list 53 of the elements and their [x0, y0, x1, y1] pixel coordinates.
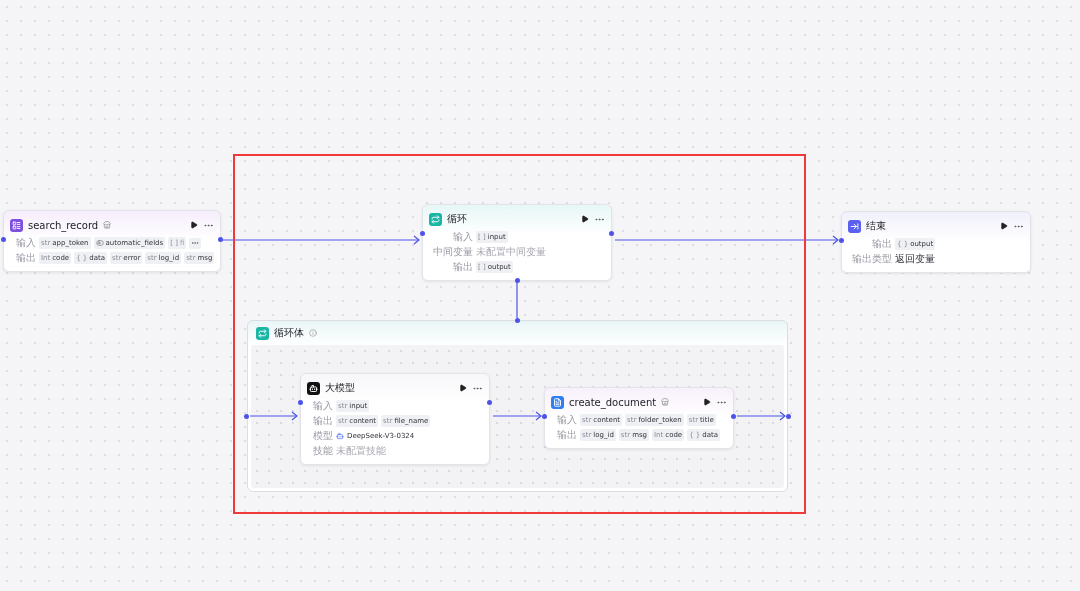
field-label: 中间变量	[432, 245, 473, 259]
field-value: 未配置技能	[336, 444, 386, 458]
port-dot[interactable]	[731, 414, 736, 419]
more-icon	[191, 239, 200, 247]
loop-icon	[256, 326, 269, 340]
field-label: 输出类型	[851, 252, 892, 266]
more-tag[interactable]	[189, 237, 202, 249]
port-dot[interactable]	[487, 400, 492, 405]
field-label: 模型	[312, 429, 333, 443]
port-dot[interactable]	[515, 278, 520, 283]
field-value: 返回变量	[895, 252, 935, 266]
port-dot[interactable]	[420, 231, 425, 236]
run-icon[interactable]	[703, 398, 711, 406]
run-icon[interactable]	[581, 215, 589, 223]
field-label: 输入	[15, 236, 36, 250]
document-icon	[551, 395, 564, 409]
connector-arrow	[492, 411, 542, 421]
port-dot[interactable]	[298, 400, 303, 405]
node-title: create_document	[569, 396, 657, 408]
connector-arrow	[736, 411, 786, 421]
connector-arrow	[249, 411, 298, 421]
field-label: 输出	[871, 237, 892, 251]
field-label: 输入	[452, 230, 473, 244]
port-dot[interactable]	[542, 414, 547, 419]
field-value: 未配置中间变量	[476, 245, 546, 259]
port-dot[interactable]	[244, 414, 249, 419]
field-label: 输出	[556, 428, 577, 442]
port-dot[interactable]	[218, 237, 224, 242]
info-icon	[309, 329, 317, 337]
field-label: 输入	[556, 413, 577, 427]
node-title: 大模型	[325, 381, 355, 395]
field-label: 输入	[312, 399, 333, 413]
port-dot[interactable]	[609, 231, 614, 236]
port-dot[interactable]	[515, 318, 520, 323]
port-dot[interactable]	[1, 237, 6, 242]
port-dot[interactable]	[839, 238, 844, 243]
loop-icon	[429, 212, 442, 226]
node-title: 结束	[866, 219, 886, 233]
run-icon[interactable]	[459, 384, 467, 392]
field-label: 输出	[15, 251, 36, 265]
end-icon	[848, 219, 861, 233]
toggle-icon	[95, 239, 104, 247]
field-label: 输出	[312, 414, 333, 428]
field-label: 技能	[312, 444, 333, 458]
node-title: 循环	[447, 212, 467, 226]
model-icon	[307, 381, 320, 395]
run-icon[interactable]	[190, 221, 199, 229]
field-label: 输出	[452, 260, 473, 274]
plugin-icon	[10, 218, 23, 232]
panel-title: 循环体	[274, 326, 304, 340]
port-dot[interactable]	[786, 414, 791, 419]
node-title: search_record	[28, 219, 99, 231]
run-icon[interactable]	[1000, 222, 1008, 230]
